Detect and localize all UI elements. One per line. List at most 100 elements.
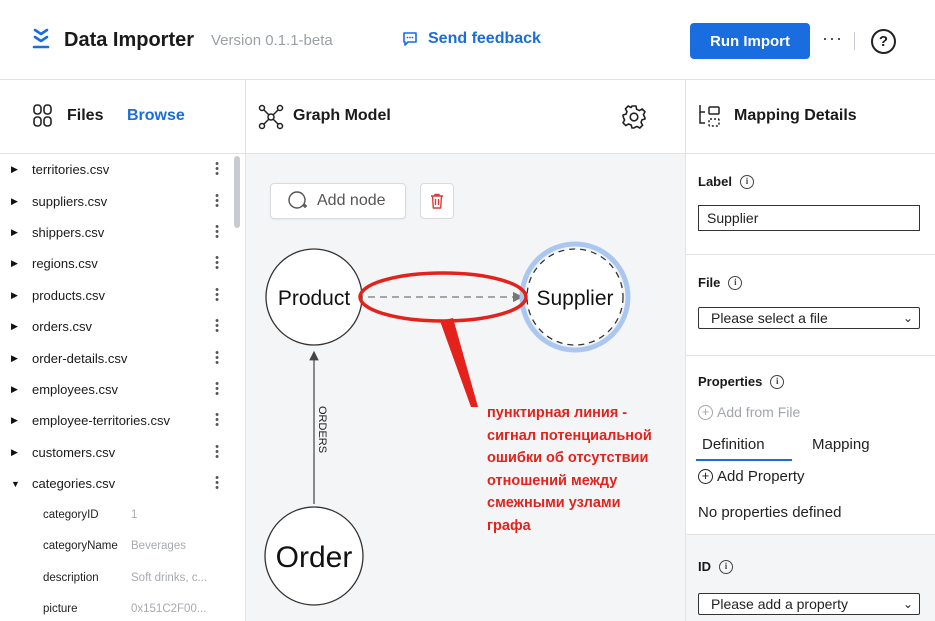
file-select[interactable]: Please select a file ⌄	[698, 307, 920, 329]
id-section: ID i Please add a property ⌄	[686, 535, 935, 621]
file-section: File i Please select a file ⌄	[686, 255, 935, 356]
info-icon[interactable]: i	[739, 174, 754, 189]
file-name: shippers.csv	[32, 224, 105, 240]
file-name: territories.csv	[32, 162, 110, 178]
annotation-text: пунктирная линия - сигнал потенциальной …	[487, 402, 672, 537]
file-item[interactable]: ▶ order-details.csv • • •	[0, 342, 232, 373]
expand-caret-icon[interactable]: ▶	[11, 258, 21, 269]
browse-link[interactable]: Browse	[127, 107, 185, 125]
id-select[interactable]: Please add a property ⌄	[698, 593, 920, 615]
label-input[interactable]	[698, 205, 920, 231]
file-name: regions.csv	[32, 256, 98, 272]
file-menu-icon[interactable]: • • •	[212, 410, 222, 431]
mapping-icon	[699, 105, 720, 127]
add-from-file-button[interactable]: + Add from File	[698, 404, 800, 420]
tab-mapping[interactable]: Mapping	[812, 436, 870, 453]
no-properties-text: No properties defined	[698, 504, 842, 521]
expand-caret-icon[interactable]: ▶	[11, 227, 21, 238]
file-name: suppliers.csv	[32, 193, 108, 209]
files-panel-header: Files Browse	[0, 80, 245, 154]
file-menu-icon[interactable]: • • •	[212, 473, 222, 494]
file-menu-icon[interactable]: • • •	[212, 159, 222, 180]
file-item[interactable]: ▶ products.csv • • •	[0, 280, 232, 311]
field-row: picture 0x151C2F00...	[0, 593, 232, 621]
file-name: customers.csv	[32, 444, 116, 460]
info-icon[interactable]: i	[770, 374, 785, 389]
app-title: Data Importer	[64, 29, 195, 51]
info-icon[interactable]: i	[719, 559, 733, 574]
file-item[interactable]: ▶ orders.csv • • •	[0, 311, 232, 342]
file-name: categories.csv	[32, 476, 116, 492]
chevron-down-icon: ⌄	[902, 311, 913, 325]
annotation-line: сигнал потенциальной	[487, 427, 652, 444]
file-menu-icon[interactable]: • • •	[212, 378, 222, 399]
supplier-node-selected[interactable]: Supplier	[519, 241, 631, 353]
field-sample-value: Soft drinks, c...	[131, 571, 208, 584]
expand-caret-icon[interactable]: ▶	[11, 196, 21, 207]
file-menu-icon[interactable]: • • •	[212, 316, 222, 337]
gear-icon[interactable]	[621, 104, 647, 130]
graph-canvas[interactable]: ORDERS Product Supplier Order	[246, 154, 685, 621]
field-name: categoryName	[43, 540, 118, 553]
product-node[interactable]: Product	[265, 248, 363, 346]
files-scrollbar[interactable]	[233, 154, 241, 621]
file-title-text: File	[698, 275, 721, 290]
file-name: employees.csv	[32, 381, 118, 397]
label-title-text: Label	[698, 174, 732, 189]
expand-caret-icon[interactable]: ▶	[11, 353, 21, 364]
app-header: Data Importer Version 0.1.1-beta Send fe…	[0, 0, 935, 80]
collapse-caret-icon[interactable]: ▼	[11, 479, 21, 489]
file-menu-icon[interactable]: • • •	[212, 253, 222, 274]
annotation-line: ошибки об отсутствии	[487, 450, 649, 466]
field-name: categoryID	[43, 508, 99, 521]
scrollbar-thumb[interactable]	[234, 156, 240, 228]
file-item[interactable]: ▶ regions.csv • • •	[0, 248, 232, 279]
file-menu-icon[interactable]: • • •	[212, 221, 222, 242]
file-item[interactable]: ▶ employee-territories.csv • • •	[0, 405, 232, 436]
add-from-file-label: Add from File	[717, 404, 801, 420]
order-node-label: Order	[276, 541, 353, 574]
properties-section: Properties i + Add from File Definition Ma…	[686, 356, 935, 535]
more-options-icon[interactable]: ···	[822, 28, 843, 49]
file-select-value: Please select a file	[711, 310, 828, 326]
order-node[interactable]: Order	[264, 506, 364, 606]
file-item[interactable]: ▶ customers.csv • • •	[0, 437, 232, 468]
file-menu-icon[interactable]: • • •	[212, 190, 222, 211]
field-sample-value: 0x151C2F00...	[131, 603, 207, 616]
expand-caret-icon[interactable]: ▶	[11, 164, 21, 175]
plus-circle-icon: +	[698, 469, 713, 484]
info-icon[interactable]: i	[728, 275, 743, 290]
file-title: File i	[698, 275, 743, 290]
mapping-panel-header: Mapping Details	[686, 80, 935, 154]
graph-panel: Graph Model Add node ORDERS Product Supp…	[246, 80, 685, 621]
expand-caret-icon[interactable]: ▶	[11, 447, 21, 458]
field-sample-value: Beverages	[131, 540, 186, 553]
file-item[interactable]: ▶ suppliers.csv • • •	[0, 185, 232, 216]
expand-caret-icon[interactable]: ▶	[11, 384, 21, 395]
tab-definition[interactable]: Definition	[702, 436, 765, 453]
expand-caret-icon[interactable]: ▶	[11, 415, 21, 426]
annotation-line: пунктирная линия -	[487, 405, 628, 421]
files-icon	[33, 104, 52, 127]
file-item[interactable]: ▶ territories.csv • • •	[0, 154, 232, 185]
file-menu-icon[interactable]: • • •	[212, 441, 222, 462]
mapping-details-title: Mapping Details	[734, 107, 857, 124]
add-property-button[interactable]: + Add Property	[698, 468, 805, 485]
file-item[interactable]: ▶ shippers.csv • • •	[0, 217, 232, 248]
graph-panel-header: Graph Model	[246, 80, 685, 154]
send-feedback-link[interactable]: Send feedback	[402, 30, 541, 48]
file-menu-icon[interactable]: • • •	[212, 347, 222, 368]
run-import-button[interactable]: Run Import	[690, 23, 810, 59]
version-label: Version 0.1.1-beta	[211, 32, 333, 49]
feedback-icon	[403, 32, 417, 46]
expand-caret-icon[interactable]: ▶	[11, 321, 21, 332]
annotation-line: смежными узлами	[487, 495, 621, 511]
expand-caret-icon[interactable]: ▶	[11, 290, 21, 301]
file-menu-icon[interactable]: • • •	[212, 284, 222, 305]
help-icon[interactable]: ?	[871, 29, 896, 54]
file-item[interactable]: ▶ employees.csv • • •	[0, 374, 232, 405]
file-item-expanded[interactable]: ▼ categories.csv • • •	[0, 468, 232, 499]
file-name: products.csv	[32, 287, 105, 303]
supplier-node-label: Supplier	[536, 287, 613, 310]
file-name: order-details.csv	[32, 350, 128, 366]
